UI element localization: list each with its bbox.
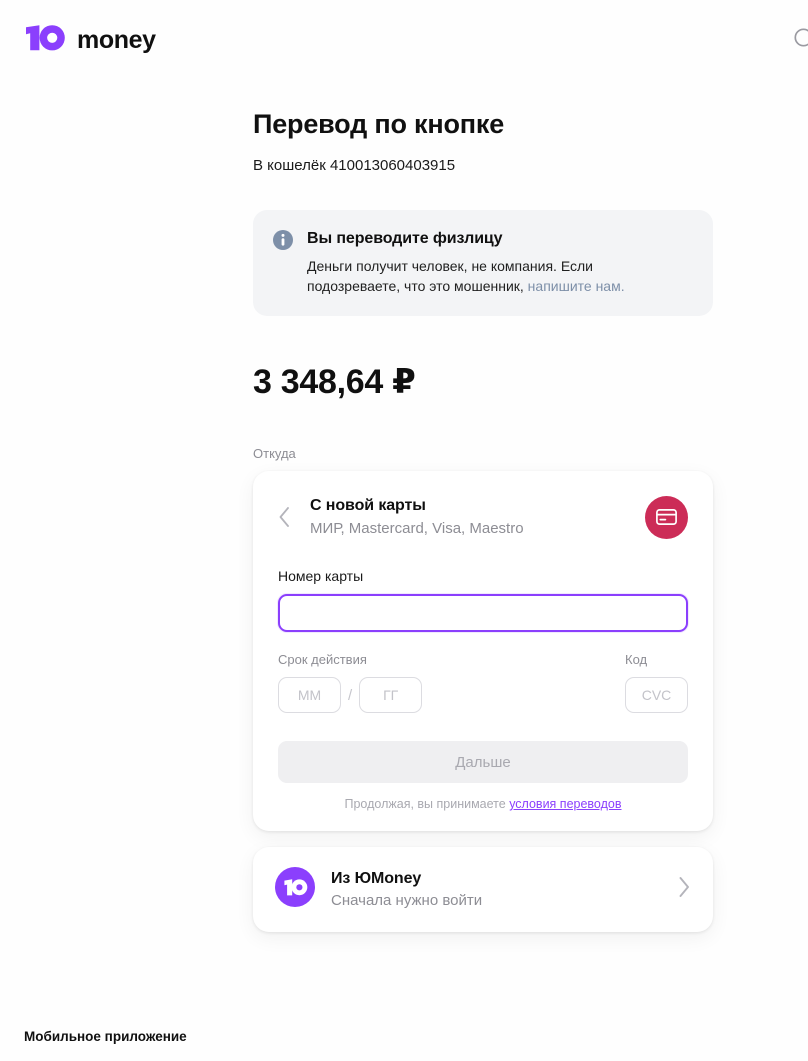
search-icon[interactable] bbox=[792, 26, 808, 52]
footer-title: Мобильное приложение bbox=[24, 1029, 187, 1044]
expiry-inputs: / bbox=[278, 677, 423, 713]
page-root: money Перевод по кнопке В кошелёк 410013… bbox=[0, 0, 808, 1061]
expiry-separator: / bbox=[348, 686, 353, 704]
yoomoney-circle-icon bbox=[275, 867, 315, 912]
info-notice-title: Вы переводите физлицу bbox=[307, 230, 503, 247]
terms-link[interactable]: условия переводов bbox=[509, 797, 621, 811]
new-card-title: С новой карты bbox=[310, 497, 426, 514]
terms-prefix: Продолжая, вы принимаете bbox=[344, 797, 510, 811]
submit-button[interactable]: Дальше bbox=[278, 741, 688, 783]
source-caption: Откуда bbox=[253, 446, 296, 461]
card-number-label: Номер карты bbox=[278, 568, 364, 584]
new-card-header: С новой карты МИР, Mastercard, Visa, Mae… bbox=[278, 495, 688, 539]
credit-card-icon bbox=[645, 495, 688, 539]
cvc-inputs bbox=[625, 677, 688, 713]
cvc-label: Код bbox=[625, 652, 648, 667]
expiry-label: Срок действия bbox=[278, 652, 367, 667]
page-footer: Мобильное приложение ЮMoney Кошелёк Карт… bbox=[24, 1028, 784, 1061]
yoomoney-option-title: Из ЮMoney bbox=[331, 870, 422, 887]
chevron-right-icon bbox=[677, 875, 691, 904]
yoomoney-option-text: Из ЮMoney Сначала нужно войти bbox=[331, 868, 661, 911]
info-notice: Вы переводите физлицу Деньги получит чел… bbox=[253, 210, 713, 316]
expiry-group: Срок действия / bbox=[278, 652, 423, 713]
chevron-left-icon[interactable] bbox=[270, 499, 298, 535]
new-card-subtitle: МИР, Mastercard, Visa, Maestro bbox=[310, 520, 524, 537]
expiry-month-input[interactable] bbox=[278, 677, 341, 713]
main-column: Перевод по кнопке В кошелёк 410013060403… bbox=[253, 0, 713, 932]
expiry-year-input[interactable] bbox=[359, 677, 423, 713]
page-title: Перевод по кнопке bbox=[253, 109, 505, 139]
info-notice-body: Вы переводите физлицу Деньги получит чел… bbox=[307, 228, 693, 296]
yoomoney-option-subtitle: Сначала нужно войти bbox=[331, 892, 483, 909]
card-number-input[interactable] bbox=[278, 594, 688, 632]
info-notice-text: Деньги получит человек, не компания. Есл… bbox=[307, 256, 637, 296]
new-card-header-text: С новой карты МИР, Mastercard, Visa, Mae… bbox=[302, 495, 641, 539]
expiry-and-cvc-row: Срок действия / Код bbox=[278, 652, 688, 713]
card-number-field-wrap bbox=[278, 594, 688, 632]
transfer-amount: 3 348,64 ₽ bbox=[253, 363, 416, 401]
cvc-group: Код bbox=[625, 652, 688, 713]
terms-text: Продолжая, вы принимаете условия перевод… bbox=[278, 796, 688, 813]
yoomoney-logo-icon bbox=[24, 24, 68, 57]
brand-name: money bbox=[77, 26, 156, 54]
yoomoney-source-option[interactable]: Из ЮMoney Сначала нужно войти bbox=[253, 847, 713, 932]
page-subtitle: В кошелёк 410013060403915 bbox=[253, 157, 456, 174]
brand-logo[interactable]: money bbox=[24, 24, 156, 57]
contact-us-link[interactable]: напишите нам. bbox=[528, 278, 625, 294]
cvc-input[interactable] bbox=[625, 677, 688, 713]
info-icon bbox=[273, 230, 293, 255]
new-card-form: С новой карты МИР, Mastercard, Visa, Mae… bbox=[253, 471, 713, 831]
